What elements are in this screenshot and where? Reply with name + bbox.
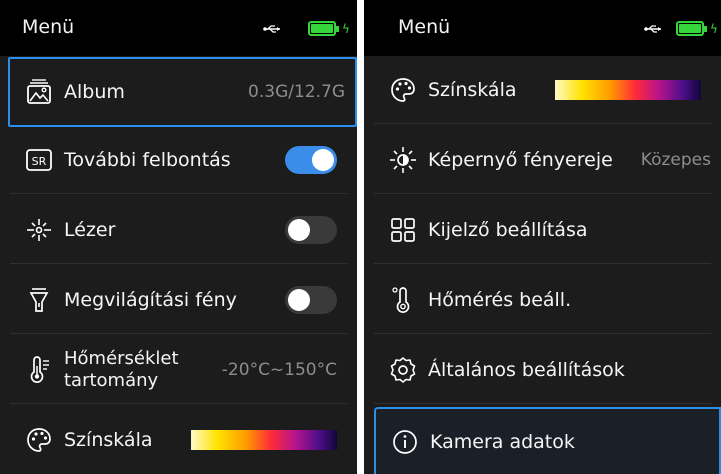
svg-text:SR: SR: [32, 155, 47, 168]
menu-item-album[interactable]: Album 0.3G/12.7G: [8, 57, 357, 127]
illumination-toggle[interactable]: [285, 286, 337, 314]
album-icon: [24, 77, 54, 107]
usb-icon: [263, 25, 280, 33]
laser-toggle[interactable]: [285, 216, 337, 244]
storage-value: 0.3G/12.7G: [248, 82, 345, 102]
menu-item-super-resolution[interactable]: SR További felbontás: [10, 127, 347, 194]
menu-screen-right: Menü ϟ Színskála Képernyő fényereje Köze…: [364, 0, 721, 474]
thermometer-icon: [388, 285, 418, 315]
charging-bolt-icon: ϟ: [342, 22, 350, 36]
charging-bolt-icon: ϟ: [710, 22, 718, 36]
palette-icon: [388, 75, 418, 105]
battery-icon: [676, 21, 707, 36]
menu-item-general-settings[interactable]: Általános beállítások: [374, 337, 711, 404]
illumination-label: Megvilágítási fény: [64, 289, 237, 311]
display-grid-icon: [388, 215, 418, 245]
thermometer-range-icon: [24, 355, 54, 385]
general-settings-label: Általános beállítások: [428, 359, 625, 381]
temperature-range-label: Hőmérséklet tartomány: [64, 348, 179, 391]
menu-screen-left: Menü ϟ Album 0.3G/12.7G SR További felbo…: [0, 0, 357, 474]
palette-label: Színskála: [428, 79, 517, 101]
menu-item-illumination[interactable]: Megvilágítási fény: [10, 267, 347, 334]
menu-item-temperature-range[interactable]: Hőmérséklet tartomány -20°C~150°C: [10, 337, 347, 404]
battery-icon: [308, 21, 339, 36]
menu-title: Menü: [398, 16, 451, 38]
menu-title: Menü: [22, 16, 75, 38]
screen-brightness-value: Közepes: [640, 150, 711, 170]
status-header: Menü ϟ: [364, 0, 721, 56]
camera-info-label: Kamera adatok: [430, 431, 575, 453]
info-icon: [390, 427, 420, 457]
menu-item-laser[interactable]: Lézer: [10, 197, 347, 264]
sr-icon: SR: [24, 145, 54, 175]
palette-gradient-preview: [191, 430, 337, 450]
palette-label: Színskála: [64, 429, 153, 451]
brightness-icon: [388, 145, 418, 175]
menu-item-camera-info[interactable]: Kamera adatok: [374, 407, 721, 474]
usb-icon: [644, 25, 661, 33]
status-header: Menü ϟ: [0, 0, 357, 56]
menu-item-palette[interactable]: Színskála: [10, 407, 347, 473]
laser-icon: [24, 215, 54, 245]
menu-item-screen-brightness[interactable]: Képernyő fényereje Közepes: [374, 127, 711, 194]
super-resolution-label: További felbontás: [64, 149, 231, 171]
menu-item-display-settings[interactable]: Kijelző beállítása: [374, 197, 711, 264]
menu-item-measurement-settings[interactable]: Hőmérés beáll.: [374, 267, 711, 334]
palette-icon: [24, 425, 54, 455]
flashlight-icon: [24, 285, 54, 315]
gear-icon: [388, 355, 418, 385]
super-resolution-toggle[interactable]: [285, 146, 337, 174]
palette-gradient-preview: [555, 80, 701, 100]
screen-brightness-label: Képernyő fényereje: [428, 149, 613, 171]
temperature-range-value: -20°C~150°C: [221, 360, 337, 380]
laser-label: Lézer: [64, 219, 116, 241]
album-label: Album: [64, 81, 125, 103]
measurement-settings-label: Hőmérés beáll.: [428, 289, 572, 311]
menu-item-palette[interactable]: Színskála: [374, 57, 711, 124]
display-settings-label: Kijelző beállítása: [428, 219, 588, 241]
